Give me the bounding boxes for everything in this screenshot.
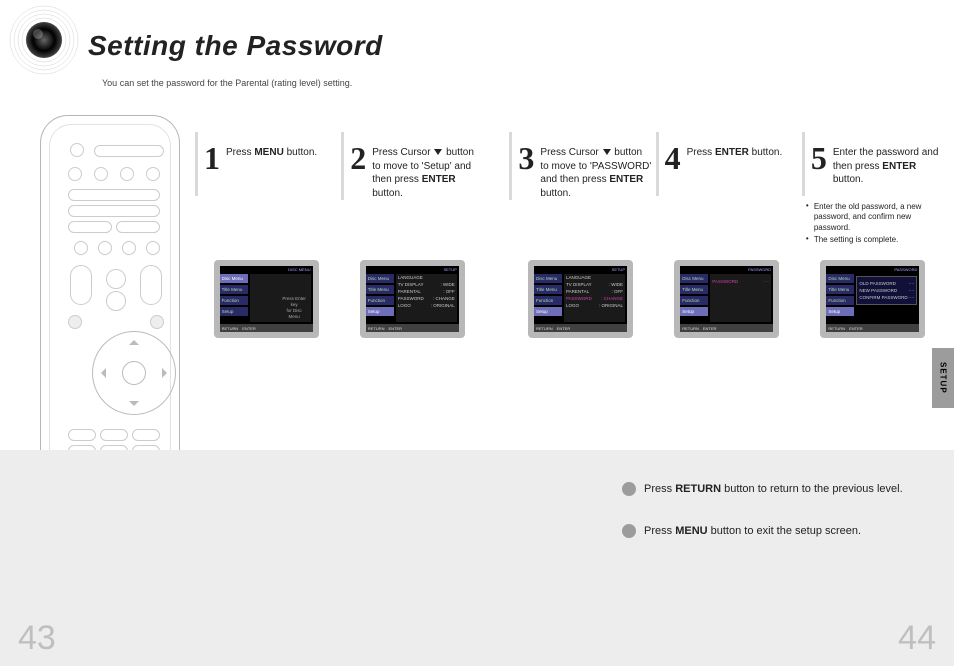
- step-text: Press MENU button.: [226, 142, 317, 160]
- note-return: Press RETURN button to return to the pre…: [622, 482, 903, 496]
- step-number: 5: [811, 142, 827, 174]
- page-number-right: 44: [898, 619, 936, 658]
- bullet-icon: [622, 524, 636, 538]
- page-subtitle: You can set the password for the Parenta…: [102, 78, 352, 88]
- cursor-down-icon: [434, 149, 442, 155]
- step-1: 1 Press MENU button.: [195, 132, 337, 248]
- note-menu: Press MENU button to exit the setup scre…: [622, 524, 903, 538]
- footer-notes: Press RETURN button to return to the pre…: [622, 482, 903, 538]
- bullet: Enter the old password, a new password, …: [806, 202, 944, 233]
- step-3: 3 Press Cursor button to move to 'PASSWO…: [509, 132, 651, 248]
- speaker-decoration-icon: [4, 0, 84, 80]
- screen-preview-2: SETUP Disc Menu Title Menu Function Setu…: [360, 260, 465, 338]
- step-text: Press ENTER button.: [687, 142, 783, 160]
- page-title: Setting the Password: [88, 30, 383, 62]
- step-5-notes: Enter the old password, a new password, …: [802, 202, 944, 246]
- step-text: Press Cursor button to move to 'PASSWORD…: [540, 142, 651, 200]
- steps-row: 1 Press MENU button. 2 Press Cursor butt…: [195, 132, 944, 248]
- bullet-icon: [622, 482, 636, 496]
- step-text: Enter the password and then press ENTER …: [833, 142, 944, 187]
- step-number: 1: [204, 142, 220, 174]
- cursor-down-icon: [603, 149, 611, 155]
- bullet: The setting is complete.: [806, 235, 944, 245]
- step-2: 2 Press Cursor button to move to 'Setup'…: [341, 132, 483, 248]
- screen-preview-1: DISC MENU Disc Menu Title Menu Function …: [214, 260, 319, 338]
- screen-preview-3: SETUP Disc Menu Title Menu Function Setu…: [528, 260, 633, 338]
- step-number: 4: [665, 142, 681, 174]
- step-number: 3: [518, 142, 534, 174]
- step-5: 5 Enter the password and then press ENTE…: [802, 132, 944, 248]
- dpad-icon: [92, 331, 176, 415]
- section-tab-setup: SETUP: [932, 348, 954, 408]
- step-number: 2: [350, 142, 366, 174]
- step-4: 4 Press ENTER button.: [656, 132, 798, 248]
- screen-preview-4: PASSWORD Disc Menu Title Menu Function S…: [674, 260, 779, 338]
- screen-preview-5: PASSWORD Disc Menu Title Menu Function S…: [820, 260, 925, 338]
- page-number-left: 43: [18, 619, 56, 658]
- screens-row: DISC MENU Disc Menu Title Menu Function …: [195, 260, 944, 338]
- step-text: Press Cursor button to move to 'Setup' a…: [372, 142, 483, 200]
